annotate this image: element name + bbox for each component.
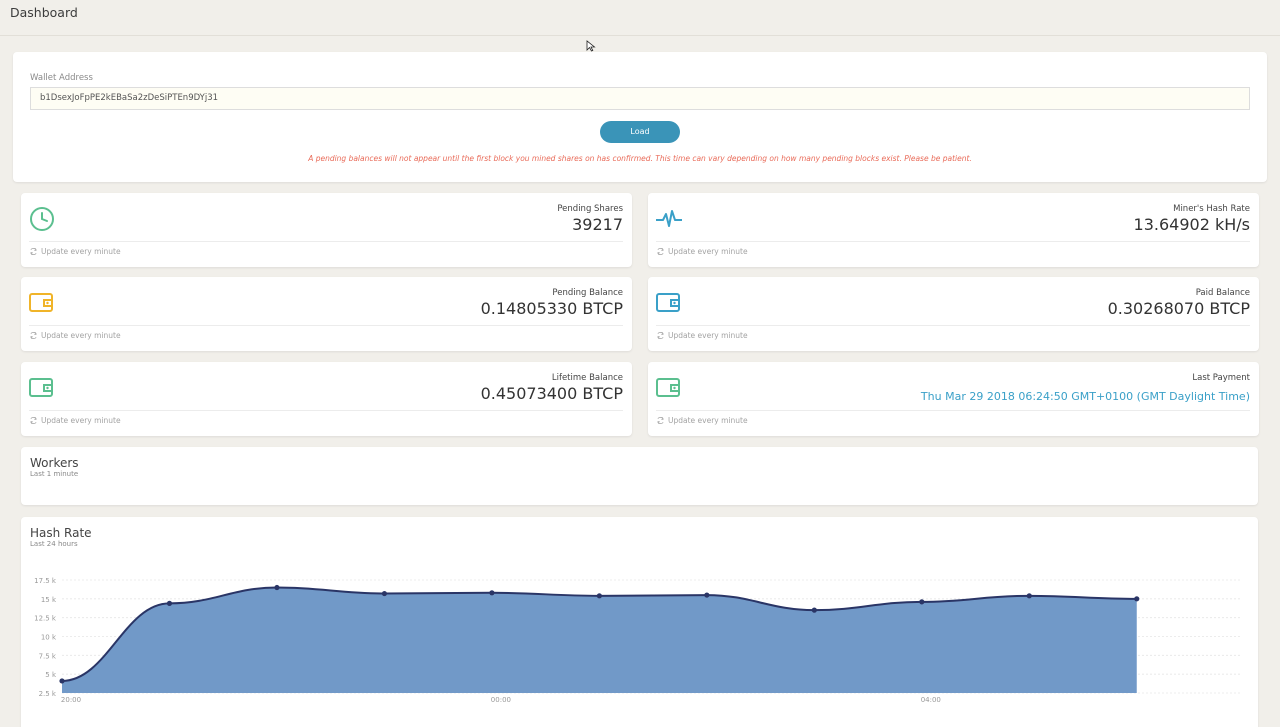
divider [29, 410, 623, 411]
pending-shares-card: Pending Shares 39217 Update every minute [21, 193, 632, 267]
stat-value: Thu Mar 29 2018 06:24:50 GMT+0100 (GMT D… [920, 390, 1250, 403]
update-note-text: Update every minute [41, 416, 121, 425]
refresh-icon [657, 416, 664, 425]
data-point [166, 600, 173, 606]
update-note: Update every minute [29, 416, 121, 425]
load-button[interactable]: Load [600, 121, 680, 143]
data-point [811, 607, 817, 613]
page-title: Dashboard [10, 5, 78, 20]
refresh-icon [30, 247, 37, 256]
workers-title: Workers [30, 456, 79, 470]
divider [29, 325, 623, 326]
data-point [1026, 593, 1032, 599]
x-tick-label: 20:00 [61, 696, 81, 704]
wallet-icon [656, 293, 680, 312]
update-note: Update every minute [656, 416, 748, 425]
update-note-text: Update every minute [41, 331, 121, 340]
refresh-icon [657, 331, 664, 340]
y-tick-label: 5 k [45, 671, 57, 679]
stat-name: Last Payment [1192, 373, 1250, 383]
wallet-address-label: Wallet Address [30, 73, 93, 83]
refresh-icon [30, 416, 37, 425]
hash-rate-chart: 2.5 k 5 k 7.5 k 10 k 12.5 k 15 k 17.5 k 20:00 00… [34, 577, 1241, 704]
lifetime-balance-card: Lifetime Balance 0.45073400 BTCP Update … [21, 362, 632, 436]
refresh-icon [30, 331, 37, 340]
stat-value: 39217 [572, 215, 623, 234]
update-note: Update every minute [29, 247, 121, 256]
y-tick-label: 12.5 k [34, 615, 57, 623]
paid-balance-card: Paid Balance 0.30268070 BTCP Update ever… [648, 277, 1259, 351]
stat-value: 0.45073400 BTCP [480, 384, 623, 403]
stat-name: Paid Balance [1195, 288, 1250, 298]
x-tick-label: 04:00 [921, 696, 941, 704]
y-tick-label: 2.5 k [39, 690, 57, 698]
data-point [381, 590, 388, 597]
y-tick-label: 10 k [41, 634, 57, 642]
top-bar: Dashboard [0, 0, 1280, 36]
data-point [489, 590, 495, 596]
wallet-icon [656, 378, 680, 397]
data-point [274, 584, 280, 591]
data-point [704, 592, 710, 598]
pending-notice: A pending balances will not appear until… [308, 154, 972, 163]
hash-rate-chart-card: Hash Rate Last 24 hours 2.5 k5 k 7.5 k 10 … [21, 517, 1258, 727]
y-tick-label: 7.5 k [39, 652, 57, 660]
x-tick-label: 00:00 [491, 696, 511, 704]
hash-rate-card: Miner's Hash Rate 13.64902 kH/s Update e… [648, 193, 1259, 267]
data-point [1134, 596, 1140, 602]
workers-subtitle: Last 1 minute [30, 470, 79, 478]
wallet-card: Wallet Address b1DsexJoFpPE2kEBaSa2zDeSi… [13, 52, 1267, 182]
update-note: Update every minute [29, 331, 121, 340]
update-note-text: Update every minute [668, 331, 748, 340]
wallet-address-input[interactable]: b1DsexJoFpPE2kEBaSa2zDeSiPTEn9DYj31 [30, 87, 1250, 110]
stat-name: Miner's Hash Rate [1173, 204, 1250, 214]
stat-value: 0.14805330 BTCP [480, 299, 623, 318]
clock-icon [30, 207, 54, 231]
wallet-icon [29, 378, 53, 397]
data-point [919, 599, 925, 605]
mouse-cursor-icon [586, 40, 596, 52]
stat-name: Pending Balance [552, 288, 623, 298]
data-point [596, 593, 602, 599]
stat-name: Pending Shares [557, 204, 623, 214]
area-fill [62, 587, 1137, 693]
pending-balance-card: Pending Balance 0.14805330 BTCP Update e… [21, 277, 632, 351]
divider [656, 325, 1250, 326]
stat-value: 13.64902 kH/s [1133, 215, 1250, 234]
update-note-text: Update every minute [668, 247, 748, 256]
pulse-icon [656, 210, 682, 227]
wallet-icon [29, 293, 53, 312]
refresh-icon [657, 247, 664, 256]
update-note: Update every minute [656, 331, 748, 340]
update-note-text: Update every minute [41, 247, 121, 256]
divider [656, 410, 1250, 411]
workers-card: Workers Last 1 minute [21, 447, 1258, 505]
y-tick-label: 15 k [41, 596, 57, 604]
data-point [59, 678, 65, 684]
update-note: Update every minute [656, 247, 748, 256]
y-tick-label: 17.5 k [34, 577, 57, 585]
divider [29, 241, 623, 242]
stat-name: Lifetime Balance [551, 373, 623, 383]
divider [656, 241, 1250, 242]
stat-value: 0.30268070 BTCP [1107, 299, 1250, 318]
last-payment-card: Last Payment Thu Mar 29 2018 06:24:50 GM… [648, 362, 1259, 436]
update-note-text: Update every minute [668, 416, 748, 425]
